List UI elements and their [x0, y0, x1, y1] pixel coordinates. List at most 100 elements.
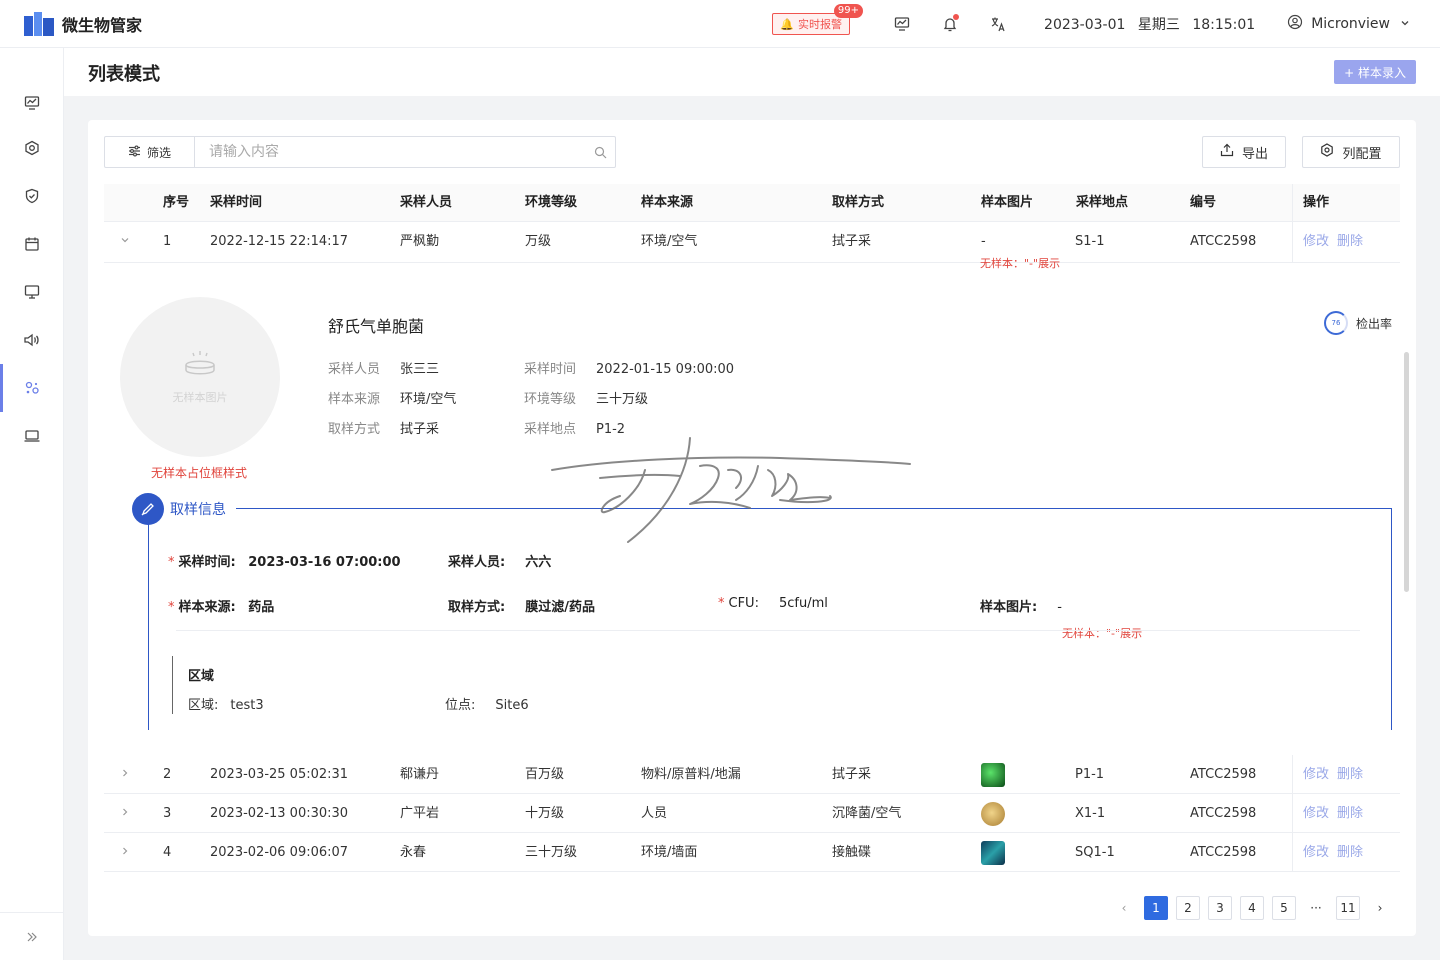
- cell-time: 2022-12-15 22:14:17: [210, 234, 349, 249]
- sidebar-collapse-button[interactable]: [0, 912, 64, 960]
- sidebar-item-monitor[interactable]: [0, 272, 64, 312]
- search-input[interactable]: [195, 137, 585, 167]
- detail-person: 采样人员 张三三: [328, 362, 440, 377]
- page-button-1[interactable]: 1: [1144, 896, 1168, 920]
- user-name: Micronview: [1311, 16, 1390, 32]
- sub-divider: [176, 630, 1360, 631]
- header-env-level: 环境等级: [525, 195, 578, 210]
- upload-icon: [1220, 143, 1234, 161]
- cell-method: 沉降菌/空气: [832, 806, 902, 821]
- cell-level: 万级: [525, 234, 552, 249]
- microbe-icon: [25, 381, 39, 394]
- page-button-last[interactable]: 11: [1336, 896, 1360, 920]
- sample-thumbnail[interactable]: [981, 802, 1005, 826]
- cell-person: 郗谦丹: [400, 767, 440, 782]
- table-row[interactable]: 1 2022-12-15 22:14:17 严枫勤 万级 环境/空气 拭子采 -…: [104, 222, 1400, 270]
- cell-time: 2023-02-06 09:06:07: [210, 845, 349, 860]
- page-button-2[interactable]: 2: [1176, 896, 1200, 920]
- section-title: 取样信息: [170, 502, 226, 518]
- sliders-icon: [128, 145, 141, 160]
- cell-no: 3: [163, 806, 172, 821]
- page-ellipsis[interactable]: ···: [1304, 896, 1328, 920]
- chevron-down-icon[interactable]: [120, 222, 130, 261]
- sidebar-item-calendar[interactable]: [0, 224, 64, 264]
- page-button-5[interactable]: 5: [1272, 896, 1296, 920]
- cell-location: SQ1-1: [1075, 845, 1115, 860]
- translate-icon[interactable]: [988, 14, 1008, 34]
- add-sample-button[interactable]: + 样本录入: [1334, 60, 1416, 84]
- placeholder-text: 无样本图片: [172, 391, 228, 404]
- cell-person: 永春: [400, 845, 427, 860]
- delete-link[interactable]: 删除: [1337, 806, 1363, 821]
- cell-code: ATCC2598: [1190, 767, 1257, 782]
- chevron-right-icon[interactable]: [120, 833, 130, 872]
- header-code: 编号: [1190, 195, 1217, 210]
- sample-thumbnail[interactable]: [981, 763, 1005, 787]
- edit-link[interactable]: 修改: [1303, 767, 1329, 782]
- detail-source: 样本来源 环境/空气: [328, 392, 457, 407]
- header-operation-cell: 操作: [1292, 184, 1329, 221]
- search-icon[interactable]: [585, 137, 615, 167]
- sidebar-item-devices[interactable]: [0, 416, 64, 456]
- header-sampler: 采样人员: [400, 195, 453, 210]
- delete-link[interactable]: 删除: [1337, 234, 1363, 249]
- cell-location: P1-1: [1075, 767, 1105, 782]
- edit-link[interactable]: 修改: [1303, 806, 1329, 821]
- cell-operation: 修改 删除: [1292, 755, 1363, 793]
- table-row[interactable]: 2 2023-03-25 05:02:31 郗谦丹 百万级 物料/原普料/地漏 …: [104, 755, 1400, 794]
- petri-dish-icon: [183, 349, 217, 383]
- edit-link[interactable]: 修改: [1303, 234, 1329, 249]
- prev-page-button[interactable]: ‹: [1112, 896, 1136, 920]
- detection-rate: 76 检出率: [1323, 311, 1392, 335]
- notification-bell-icon[interactable]: [940, 14, 960, 34]
- export-button[interactable]: 导出: [1202, 136, 1286, 168]
- cell-code: ATCC2598: [1190, 845, 1257, 860]
- cell-level: 百万级: [525, 767, 565, 782]
- chevron-right-icon[interactable]: [120, 755, 130, 794]
- sidebar-item-dashboard[interactable]: [0, 83, 64, 123]
- sampling-source: * 样本来源: 药品: [168, 600, 275, 615]
- desktop-icon: [24, 285, 40, 299]
- handwritten-signature: [551, 437, 911, 543]
- delete-link[interactable]: 删除: [1337, 767, 1363, 782]
- table-row[interactable]: 4 2023-02-06 09:06:07 永春 三十万级 环境/墙面 接触碟 …: [104, 833, 1400, 872]
- cell-location: S1-1: [1075, 234, 1105, 249]
- calendar-icon: [25, 237, 39, 251]
- region-title: 区域: [188, 669, 215, 684]
- sidebar-item-broadcast[interactable]: [0, 320, 64, 360]
- brand-name: 微生物管家: [62, 15, 143, 35]
- header-no: 序号: [163, 195, 190, 210]
- user-menu[interactable]: Micronview: [1287, 14, 1410, 34]
- column-config-label: 列配置: [1342, 146, 1382, 162]
- page-button-4[interactable]: 4: [1240, 896, 1264, 920]
- sidebar-item-security[interactable]: [0, 176, 64, 216]
- hexagon-settings-icon: [25, 140, 39, 156]
- table-row[interactable]: 3 2023-02-13 00:30:30 广平岩 十万级 人员 沉降菌/空气 …: [104, 794, 1400, 833]
- next-page-button[interactable]: ›: [1368, 896, 1392, 920]
- sidebar-item-microbes[interactable]: [0, 364, 64, 412]
- column-config-button[interactable]: 列配置: [1302, 136, 1400, 168]
- current-date: 2023-03-01: [1044, 17, 1126, 33]
- page-button-3[interactable]: 3: [1208, 896, 1232, 920]
- cell-time: 2023-03-25 05:02:31: [210, 767, 349, 782]
- cell-no: 2: [163, 767, 172, 782]
- sample-thumbnail[interactable]: [981, 841, 1005, 865]
- cell-code: ATCC2598: [1190, 806, 1257, 821]
- notification-dot: [953, 14, 960, 20]
- chevron-right-icon[interactable]: [120, 794, 130, 833]
- cell-level: 十万级: [525, 806, 565, 821]
- delete-link[interactable]: 删除: [1337, 845, 1363, 860]
- cell-time: 2023-02-13 00:30:30: [210, 806, 349, 821]
- shield-check-icon: [25, 188, 39, 204]
- sidebar-item-settings[interactable]: [0, 128, 64, 168]
- realtime-alarm-button[interactable]: 🔔 实时报警 99+: [772, 4, 864, 35]
- cell-source: 环境/墙面: [641, 845, 698, 860]
- monitor-chart-icon[interactable]: [892, 14, 912, 34]
- brand[interactable]: 微生物管家: [0, 11, 200, 36]
- cell-no: 4: [163, 845, 172, 860]
- chevron-down-icon: [1400, 16, 1410, 32]
- filter-button[interactable]: 筛选: [105, 137, 195, 167]
- header-sample-image: 样本图片: [981, 195, 1034, 210]
- edit-link[interactable]: 修改: [1303, 845, 1329, 860]
- vertical-scrollbar[interactable]: [1404, 352, 1409, 592]
